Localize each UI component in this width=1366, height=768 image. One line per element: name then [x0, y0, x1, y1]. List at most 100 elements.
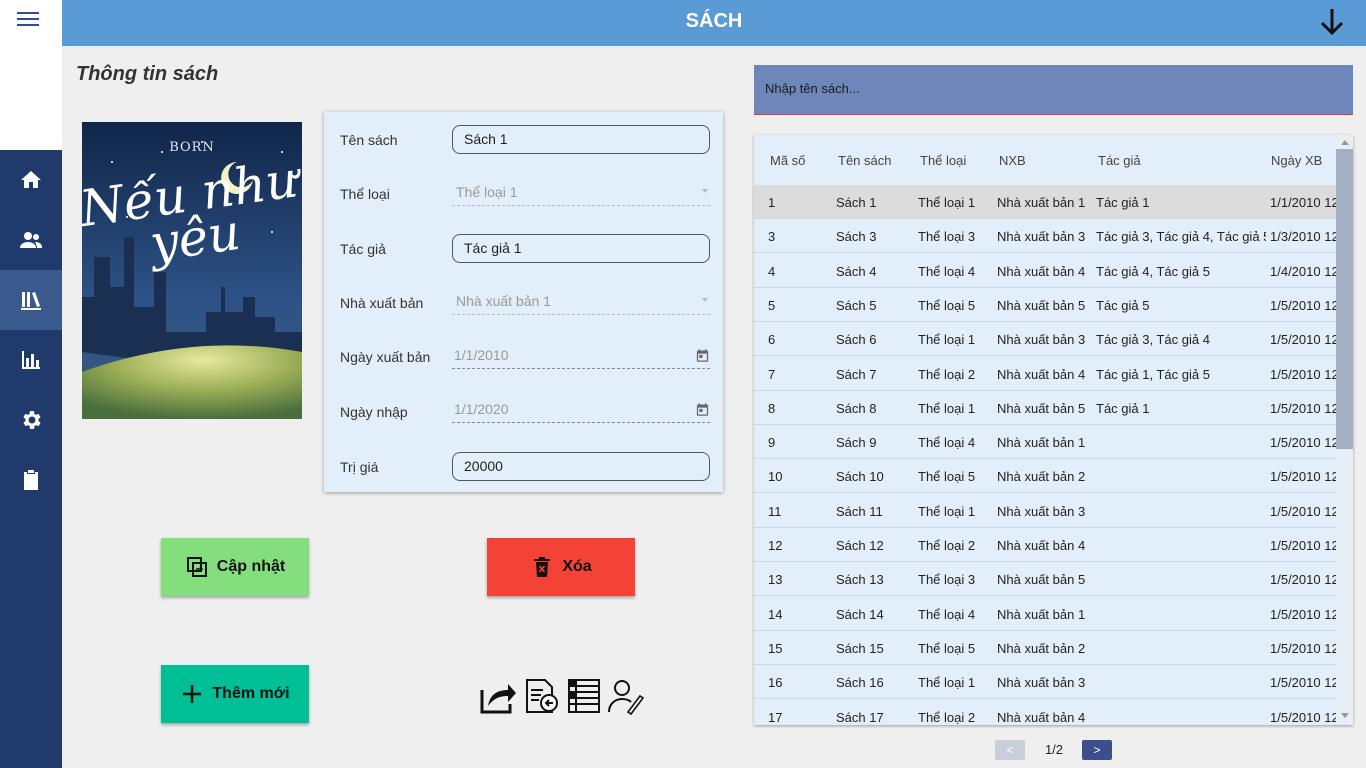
cell-genre: Thể loại 2	[918, 538, 976, 553]
table-row[interactable]: 7 Sách 7 Thể loại 2 Nhà xuất bản 4 Tác giả 1…	[754, 357, 1336, 391]
update-button[interactable]: Cập nhật	[161, 538, 309, 596]
update-icon	[186, 557, 207, 577]
cell-id: 15	[768, 640, 783, 656]
cell-name: Sách 8	[836, 400, 877, 416]
scroll-up-icon[interactable]	[1341, 140, 1349, 145]
table-row[interactable]: 17 Sách 17 Thể loại 2 Nhà xuất bản 4 1/5/201…	[754, 700, 1336, 726]
cell-genre: Thể loại 2	[918, 709, 976, 725]
sidebar-item-settings[interactable]	[0, 390, 62, 450]
library-icon	[21, 292, 41, 310]
table-row[interactable]: 8 Sách 8 Thể loại 1 Nhà xuất bản 5 Tác giả 1…	[754, 391, 1336, 425]
col-header-publisher[interactable]: NXB	[999, 153, 1026, 168]
cell-publish-date: 1/5/2010 12	[1270, 503, 1336, 519]
chevron-down-icon	[702, 189, 708, 193]
table-row[interactable]: 4 Sách 4 Thể loại 4 Nhà xuất bản 4 Tác giả 4…	[754, 254, 1336, 288]
import-date-picker[interactable]: 1/1/2020	[452, 399, 710, 423]
chevron-down-icon	[702, 298, 708, 302]
scroll-down-icon[interactable]	[1341, 713, 1349, 718]
cell-id: 13	[768, 572, 783, 588]
col-header-author[interactable]: Tác giả	[1098, 153, 1141, 168]
cell-publisher: Nhà xuất bản 2	[997, 469, 1086, 485]
list-view-button[interactable]	[564, 676, 604, 716]
cell-id: 7	[768, 366, 776, 382]
table-row[interactable]: 6 Sách 6 Thể loại 1 Nhà xuất bản 3 Tác giả 3…	[754, 322, 1336, 357]
sidebar-item-tasks[interactable]	[0, 450, 62, 510]
cell-name: Sách 15	[836, 640, 884, 656]
cell-publish-date: 1/5/2010 12	[1270, 640, 1336, 656]
table-row[interactable]: 3 Sách 3 Thể loại 3 Nhà xuất bản 3 Tác giả 3…	[754, 219, 1336, 254]
sidebar-item-home[interactable]	[0, 150, 62, 210]
sidebar-item-users[interactable]	[0, 210, 62, 270]
download-button[interactable]	[1315, 5, 1349, 39]
sidebar-item-books[interactable]	[0, 270, 62, 330]
cell-publish-date: 1/4/2010 12	[1270, 263, 1336, 279]
sidebar-item-reports[interactable]	[0, 330, 62, 390]
publisher-select[interactable]: Nhà xuất bản 1	[452, 291, 710, 315]
col-header-name[interactable]: Tên sách	[838, 153, 891, 168]
calendar-icon[interactable]	[695, 348, 710, 363]
cell-name: Sách 12	[836, 538, 884, 553]
share-icon	[480, 684, 516, 714]
cell-publisher: Nhà xuất bản 4	[997, 263, 1086, 279]
table-row[interactable]: 1 Sách 1 Thể loại 1 Nhà xuất bản 1 Tác giả 1…	[754, 185, 1336, 219]
table-row[interactable]: 11 Sách 11 Thể loại 1 Nhà xuất bản 3 1/5/201…	[754, 494, 1336, 528]
cell-genre: Thể loại 4	[918, 263, 976, 279]
cell-genre: Thể loại 1	[918, 195, 976, 210]
user-edit-icon	[608, 680, 645, 716]
cell-id: 1	[768, 195, 776, 210]
export-button[interactable]	[478, 676, 518, 716]
page-title: SÁCH	[685, 10, 743, 32]
table-row[interactable]: 13 Sách 13 Thể loại 3 Nhà xuất bản 5 1/5/201…	[754, 562, 1336, 597]
cell-id: 17	[768, 709, 783, 725]
genre-select[interactable]: Thể loại 1	[452, 182, 710, 206]
cell-name: Sách 9	[836, 435, 877, 451]
table-row[interactable]: 5 Sách 5 Thể loại 5 Nhà xuất bản 5 Tác giả 5…	[754, 288, 1336, 322]
cell-name: Sách 5	[836, 297, 877, 313]
publish-date-picker[interactable]: 1/1/2010	[452, 345, 710, 369]
cell-publisher: Nhà xuất bản 4	[997, 709, 1086, 725]
cell-publisher: Nhà xuất bản 2	[997, 640, 1086, 656]
table-row[interactable]: 14 Sách 14 Thể loại 4 Nhà xuất bản 1 1/5/201…	[754, 597, 1336, 631]
table-row[interactable]: 16 Sách 16 Thể loại 1 Nhà xuất bản 3 1/5/201…	[754, 665, 1336, 700]
import-button[interactable]	[522, 676, 562, 716]
delete-button[interactable]: Xóa	[487, 538, 635, 596]
previous-page-button[interactable]: <	[995, 740, 1025, 760]
calendar-icon[interactable]	[695, 402, 710, 417]
import-file-icon	[526, 679, 558, 713]
add-button[interactable]: Thêm mới	[161, 665, 309, 723]
cell-genre: Thể loại 5	[918, 640, 976, 656]
cell-genre: Thể loại 3	[918, 229, 976, 245]
cell-author: Tác giả 5	[1096, 297, 1150, 313]
col-header-id[interactable]: Mã số	[770, 153, 805, 168]
cell-genre: Thể loại 1	[918, 503, 976, 519]
author-input[interactable]: Tác giả 1	[452, 234, 710, 263]
cell-id: 8	[768, 400, 776, 416]
scrollbar-thumb[interactable]	[1336, 149, 1353, 449]
cell-name: Sách 4	[836, 263, 877, 279]
next-page-button[interactable]: >	[1082, 740, 1112, 760]
cell-author: Tác giả 1	[1096, 195, 1150, 210]
cell-publisher: Nhà xuất bản 1	[997, 435, 1086, 451]
col-header-genre[interactable]: Thể loại	[920, 153, 966, 168]
price-input[interactable]: 20000	[452, 452, 710, 481]
search-input[interactable]: Nhập tên sách...	[754, 65, 1353, 115]
author-manage-button[interactable]	[606, 676, 646, 716]
cell-publish-date: 1/5/2010 12	[1270, 538, 1336, 553]
cell-name: Sách 13	[836, 572, 884, 588]
publish-date-value: 1/1/2010	[454, 347, 509, 363]
table-row[interactable]: 12 Sách 12 Thể loại 2 Nhà xuất bản 4 1/5/201…	[754, 528, 1336, 562]
cell-name: Sách 11	[836, 503, 883, 519]
chart-icon	[22, 351, 40, 369]
col-header-publish-date[interactable]: Ngày XB	[1271, 153, 1322, 168]
author-label: Tác giả	[340, 241, 386, 257]
book-name-input[interactable]: Sách 1	[452, 125, 710, 154]
table-row[interactable]: 9 Sách 9 Thể loại 4 Nhà xuất bản 1 1/5/2010 …	[754, 425, 1336, 460]
table-row[interactable]: 10 Sách 10 Thể loại 5 Nhà xuất bản 2 1/5/201…	[754, 459, 1336, 494]
cell-genre: Thể loại 1	[918, 332, 976, 348]
hamburger-menu-icon[interactable]	[17, 12, 39, 28]
table-row[interactable]: 15 Sách 15 Thể loại 5 Nhà xuất bản 2 1/5/201…	[754, 631, 1336, 665]
table-scrollbar[interactable]	[1336, 135, 1353, 725]
cell-genre: Thể loại 1	[918, 675, 976, 691]
table-header: Mã số Tên sách Thể loại NXB Tác giả Ngày…	[754, 135, 1336, 185]
cell-publisher: Nhà xuất bản 5	[997, 572, 1086, 588]
